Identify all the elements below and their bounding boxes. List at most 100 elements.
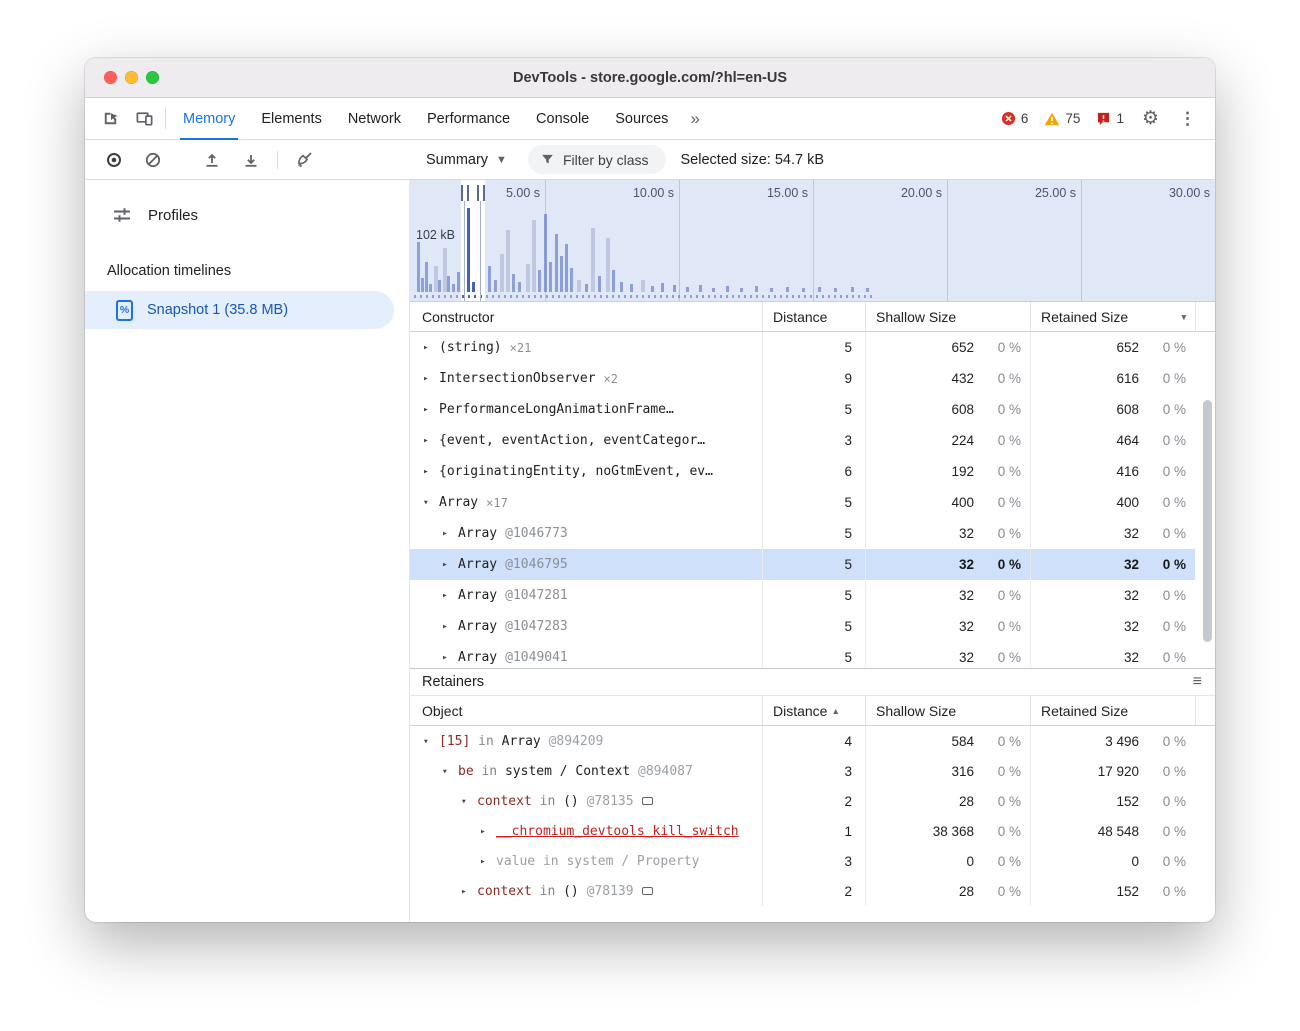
constructor-row[interactable]: ▸Array@10472835320 %320 % xyxy=(410,611,1195,642)
column-header-shallow-size[interactable]: Shallow Size xyxy=(865,696,1030,725)
expand-arrow-icon[interactable]: ▸ xyxy=(422,466,439,477)
expand-arrow-icon[interactable]: ▸ xyxy=(422,435,439,446)
expand-arrow-icon[interactable]: ▸ xyxy=(422,404,439,415)
tune-sliders-icon xyxy=(112,205,132,225)
scrollbar-thumb[interactable] xyxy=(1203,400,1212,642)
collapse-arrow-icon[interactable]: ▾ xyxy=(422,736,439,747)
constructor-row[interactable]: ▸Array@10472815320 %320 % xyxy=(410,580,1195,611)
retained-size-cell: 1520 % xyxy=(1030,876,1195,906)
constructor-cell: ▸Array@1046773 xyxy=(410,518,762,549)
object-cell: ▾context in () @78135 xyxy=(410,786,762,816)
expand-arrow-icon[interactable]: ▸ xyxy=(441,528,458,539)
constructor-row[interactable]: ▸(string)×2156520 %6520 % xyxy=(410,332,1195,363)
constructor-row[interactable]: ▸{event, eventAction, eventCategor…32240… xyxy=(410,425,1195,456)
shallow-size-cell: 00 % xyxy=(865,846,1030,876)
constructor-row[interactable]: ▸Array@10467955320 %320 % xyxy=(410,549,1195,580)
close-window-button[interactable] xyxy=(104,71,117,84)
constructor-row[interactable]: ▸{originatingEntity, noGtmEvent, ev…6192… xyxy=(410,456,1195,487)
retainer-row[interactable]: ▸value in system / Property300 %00 % xyxy=(410,846,1195,876)
profile-actions xyxy=(85,144,410,176)
tabbar-right-controls: 6 75 1 ⚙ ⋮ xyxy=(994,98,1207,139)
column-header-constructor[interactable]: Constructor xyxy=(410,302,762,331)
shallow-size-cell: 320 % xyxy=(865,580,1030,611)
maximize-window-button[interactable] xyxy=(146,71,159,84)
expand-arrow-icon[interactable]: ▸ xyxy=(479,826,496,837)
expand-arrow-icon[interactable]: ▸ xyxy=(441,559,458,570)
more-tabs-button[interactable]: » xyxy=(681,98,708,139)
column-header-object[interactable]: Object xyxy=(410,696,762,725)
profiles-label: Profiles xyxy=(148,207,198,224)
error-count: 6 xyxy=(1021,111,1029,126)
save-profile-button[interactable] xyxy=(232,144,269,176)
selected-size-label: Selected size: 54.7 kB xyxy=(681,152,824,168)
minimize-window-button[interactable] xyxy=(125,71,138,84)
tab-sources[interactable]: Sources xyxy=(602,98,681,139)
clear-profiles-button[interactable] xyxy=(134,144,171,176)
retainer-row[interactable]: ▾[15] in Array @89420945840 %3 4960 % xyxy=(410,726,1195,756)
expand-arrow-icon[interactable]: ▸ xyxy=(460,886,477,897)
warnings-badge[interactable]: 75 xyxy=(1037,111,1087,126)
constructor-row[interactable]: ▸IntersectionObserver×294320 %6160 % xyxy=(410,363,1195,394)
expand-arrow-icon[interactable]: ▸ xyxy=(441,652,458,663)
retained-size-cell: 1520 % xyxy=(1030,786,1195,816)
distance-cell: 5 xyxy=(762,549,865,580)
garbage-collect-broom-icon xyxy=(295,150,314,169)
expand-arrow-icon[interactable]: ▸ xyxy=(479,856,496,867)
collapse-arrow-icon[interactable]: ▾ xyxy=(460,796,477,807)
expand-arrow-icon[interactable]: ▸ xyxy=(441,590,458,601)
expand-arrow-icon[interactable]: ▸ xyxy=(422,373,439,384)
distance-cell: 3 xyxy=(762,425,865,456)
retainer-row[interactable]: ▾be in system / Context @89408733160 %17… xyxy=(410,756,1195,786)
settings-gear-icon[interactable]: ⚙ xyxy=(1133,107,1168,130)
tab-memory[interactable]: Memory xyxy=(170,98,248,139)
load-profile-button[interactable] xyxy=(193,144,230,176)
column-header-filler xyxy=(1195,696,1215,725)
constructor-row[interactable]: ▸Array@10490415320 %320 % xyxy=(410,642,1195,668)
selection-handle-left[interactable] xyxy=(461,180,469,301)
tab-elements[interactable]: Elements xyxy=(248,98,334,139)
class-filter-input[interactable]: Filter by class xyxy=(528,145,666,174)
retainer-row[interactable]: ▸__chromium_devtools_kill_switch138 3680… xyxy=(410,816,1195,846)
column-header-shallow-size[interactable]: Shallow Size xyxy=(865,302,1030,331)
errors-badge[interactable]: 6 xyxy=(994,111,1036,126)
tab-network[interactable]: Network xyxy=(335,98,414,139)
allocation-timeline-overview[interactable]: 102 kB 5.00 s10.00 s15.00 s20.00 s25.00 … xyxy=(410,180,1215,302)
hamburger-menu-icon[interactable]: ≡ xyxy=(1193,673,1202,691)
constructor-row[interactable]: ▸PerformanceLongAnimationFrame…56080 %60… xyxy=(410,394,1195,425)
column-header-distance[interactable]: Distance▲ xyxy=(762,696,865,725)
column-header-retained-size[interactable]: Retained Size xyxy=(1030,696,1195,725)
constructor-row[interactable]: ▾Array×1754000 %4000 % xyxy=(410,487,1195,518)
warning-count: 75 xyxy=(1065,111,1080,126)
perspective-select[interactable]: Summary ▼ xyxy=(420,148,513,172)
tab-console[interactable]: Console xyxy=(523,98,602,139)
retainer-row[interactable]: ▾context in () @781352280 %1520 % xyxy=(410,786,1195,816)
shallow-size-cell: 4000 % xyxy=(865,487,1030,518)
collapse-arrow-icon[interactable]: ▾ xyxy=(422,497,439,508)
inspect-element-button[interactable] xyxy=(93,98,127,139)
shallow-size-cell: 4320 % xyxy=(865,363,1030,394)
column-header-distance[interactable]: Distance xyxy=(762,302,865,331)
snapshot-item[interactable]: % Snapshot 1 (35.8 MB) xyxy=(85,291,394,329)
retained-size-cell: 3 4960 % xyxy=(1030,726,1195,756)
expand-arrow-icon[interactable]: ▸ xyxy=(441,621,458,632)
retainer-row[interactable]: ▸context in () @781392280 %1520 % xyxy=(410,876,1195,906)
column-header-retained-size[interactable]: Retained Size▼ xyxy=(1030,302,1195,331)
collect-garbage-button[interactable] xyxy=(286,144,323,176)
selection-handle-right[interactable] xyxy=(477,180,485,301)
tab-performance[interactable]: Performance xyxy=(414,98,523,139)
reveal-object-icon[interactable] xyxy=(642,797,653,805)
constructor-rows: ▸(string)×2156520 %6520 %▸IntersectionOb… xyxy=(410,332,1215,668)
collapse-arrow-icon[interactable]: ▾ xyxy=(441,766,458,777)
record-allocation-button[interactable] xyxy=(95,144,132,176)
shallow-size-cell: 2240 % xyxy=(865,425,1030,456)
expand-arrow-icon[interactable]: ▸ xyxy=(422,342,439,353)
constructor-row[interactable]: ▸Array@10467735320 %320 % xyxy=(410,518,1195,549)
retainer-rows: ▾[15] in Array @89420945840 %3 4960 %▾be… xyxy=(410,726,1215,922)
kebab-menu-icon[interactable]: ⋮ xyxy=(1170,109,1205,129)
retained-size-cell: 6160 % xyxy=(1030,363,1195,394)
retained-size-cell: 320 % xyxy=(1030,611,1195,642)
issues-badge[interactable]: 1 xyxy=(1089,111,1131,126)
reveal-object-icon[interactable] xyxy=(642,887,653,895)
object-cell: ▸__chromium_devtools_kill_switch xyxy=(410,816,762,846)
toggle-device-toolbar-button[interactable] xyxy=(127,98,161,139)
